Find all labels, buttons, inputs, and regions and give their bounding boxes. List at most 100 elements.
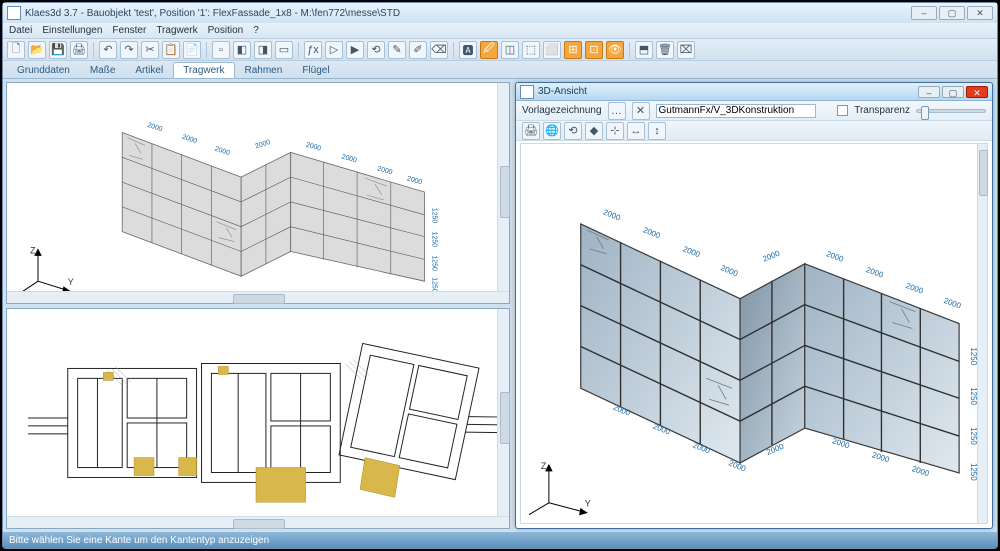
svg-text:1250: 1250 [430, 255, 437, 271]
view3d-title: 3D-Ansicht [538, 86, 587, 97]
toolbar-btn-13[interactable]: ƒx [304, 41, 322, 59]
toolbar-btn-12[interactable]: ▭ [275, 41, 293, 59]
view3d-close[interactable]: ✕ [966, 86, 988, 98]
svg-text:2000: 2000 [761, 248, 781, 263]
view3d-tool-6[interactable]: ↕ [648, 122, 666, 140]
toolbar-btn-15[interactable]: ▶ [346, 41, 364, 59]
close-button[interactable]: ✕ [967, 6, 993, 20]
view3d-tool-1[interactable]: 🌐 [543, 122, 561, 140]
svg-text:2000: 2000 [341, 154, 358, 165]
toolbar-btn-2[interactable]: 💾 [49, 41, 67, 59]
profile-v-scroll[interactable] [497, 309, 509, 516]
view3d-titlebar[interactable]: 3D-Ansicht – ▢ ✕ [516, 83, 992, 101]
client-area: 2000 2000 2000 2000 2000 2000 2000 2000 … [3, 79, 997, 532]
svg-text:2000: 2000 [406, 175, 423, 186]
statusbar: Bitte wählen Sie eine Kante um den Kante… [3, 532, 997, 548]
view3d-tool-2[interactable]: ⟲ [564, 122, 582, 140]
svg-text:2000: 2000 [825, 249, 845, 264]
transparency-checkbox[interactable] [837, 105, 848, 116]
window-title: Klaes3d 3.7 - Bauobjekt 'test', Position… [25, 8, 400, 19]
toolbar-btn-7[interactable]: 📋 [162, 41, 180, 59]
view3d-tool-3[interactable]: ◆ [585, 122, 603, 140]
toolbar-btn-5[interactable]: ↷ [120, 41, 138, 59]
svg-text:2000: 2000 [214, 146, 231, 157]
wireframe-pane[interactable]: 2000 2000 2000 2000 2000 2000 2000 2000 … [6, 82, 510, 304]
wire-h-scroll[interactable] [7, 291, 509, 303]
toolbar-btn-21[interactable]: 🖉 [480, 41, 498, 59]
view3d-canvas[interactable]: 2000 2000 2000 2000 2000 2000 2000 2000 … [520, 143, 988, 524]
transparency-slider[interactable] [916, 109, 986, 113]
maximize-button[interactable]: ▢ [939, 6, 965, 20]
toolbar-btn-20[interactable]: 🅰 [459, 41, 477, 59]
toolbar-btn-14[interactable]: ▷ [325, 41, 343, 59]
view3d-tool-0[interactable]: 🖨 [522, 122, 540, 140]
svg-text:2000: 2000 [305, 142, 322, 153]
tab-rahmen[interactable]: Rahmen [235, 62, 293, 78]
template-browse-button[interactable]: … [608, 102, 626, 120]
toolbar-btn-9[interactable]: ▫ [212, 41, 230, 59]
toolbar-btn-27[interactable]: 👁 [606, 41, 624, 59]
toolbar-btn-24[interactable]: ⬜ [543, 41, 561, 59]
template-field[interactable] [656, 104, 816, 118]
svg-text:2000: 2000 [376, 165, 393, 176]
toolbar-btn-6[interactable]: ✂ [141, 41, 159, 59]
toolbar-btn-25[interactable]: ⊞ [564, 41, 582, 59]
svg-text:2000: 2000 [642, 225, 662, 240]
menu-position[interactable]: Position [208, 25, 244, 36]
toolbar-btn-22[interactable]: ◫ [501, 41, 519, 59]
toolbar-btn-17[interactable]: ✎ [388, 41, 406, 59]
svg-text:1250: 1250 [430, 208, 437, 224]
tab-fluegel[interactable]: Flügel [292, 62, 339, 78]
tab-tragwerk[interactable]: Tragwerk [173, 62, 234, 78]
svg-text:2000: 2000 [146, 122, 163, 133]
svg-text:2000: 2000 [181, 134, 198, 145]
menu-einstellungen[interactable]: Einstellungen [42, 25, 102, 36]
tabbar: Grunddaten Maße Artikel Tragwerk Rahmen … [3, 61, 997, 79]
main-titlebar[interactable]: Klaes3d 3.7 - Bauobjekt 'test', Position… [3, 3, 997, 23]
profile-pane[interactable] [6, 308, 510, 529]
view3d-tool-4[interactable]: ⊹ [606, 122, 624, 140]
view3d-minimize[interactable]: – [918, 86, 940, 98]
tab-grunddaten[interactable]: Grunddaten [7, 62, 80, 78]
svg-text:2000: 2000 [943, 296, 963, 311]
main-toolbar: 🗋📂💾🖨 ↶↷✂📋📄 ▫◧◨▭ ƒx▷▶⟲✎✐⌫ 🅰🖉◫⬚⬜⊞⊡👁 ⬒🗑⌧ [3, 39, 997, 61]
toolbar-btn-10[interactable]: ◧ [233, 41, 251, 59]
toolbar-btn-0[interactable]: 🗋 [7, 41, 25, 59]
toolbar-btn-11[interactable]: ◨ [254, 41, 272, 59]
toolbar-btn-18[interactable]: ✐ [409, 41, 427, 59]
svg-text:2000: 2000 [865, 265, 885, 280]
view3d-maximize[interactable]: ▢ [942, 86, 964, 98]
view3d-toolbar: 🖨🌐⟲◆⊹↔↕ [516, 121, 992, 141]
svg-text:Z: Z [30, 245, 36, 255]
toolbar-btn-26[interactable]: ⊡ [585, 41, 603, 59]
toolbar-btn-1[interactable]: 📂 [28, 41, 46, 59]
tab-masse[interactable]: Maße [80, 62, 126, 78]
toolbar-btn-8[interactable]: 📄 [183, 41, 201, 59]
toolbar-btn-23[interactable]: ⬚ [522, 41, 540, 59]
toolbar-btn-29[interactable]: 🗑 [656, 41, 674, 59]
menu-datei[interactable]: Datei [9, 25, 32, 36]
toolbar-btn-3[interactable]: 🖨 [70, 41, 88, 59]
tab-artikel[interactable]: Artikel [125, 62, 173, 78]
template-label: Vorlagezeichnung [522, 105, 602, 116]
template-clear-button[interactable]: ✕ [632, 102, 650, 120]
view3d-v-scroll[interactable] [977, 143, 988, 524]
svg-text:1250: 1250 [430, 232, 437, 248]
toolbar-btn-16[interactable]: ⟲ [367, 41, 385, 59]
app-icon [7, 6, 21, 20]
view3d-tool-5[interactable]: ↔ [627, 122, 645, 140]
wire-v-scroll[interactable] [497, 83, 509, 291]
svg-text:2000: 2000 [911, 464, 931, 478]
toolbar-btn-30[interactable]: ⌧ [677, 41, 695, 59]
toolbar-btn-19[interactable]: ⌫ [430, 41, 448, 59]
minimize-button[interactable]: – [911, 6, 937, 20]
toolbar-btn-28[interactable]: ⬒ [635, 41, 653, 59]
menu-help[interactable]: ? [253, 25, 259, 36]
menu-tragwerk[interactable]: Tragwerk [156, 25, 197, 36]
menu-fenster[interactable]: Fenster [112, 25, 146, 36]
view3d-options: Vorlagezeichnung … ✕ Transparenz [516, 101, 992, 121]
view3d-window[interactable]: 3D-Ansicht – ▢ ✕ Vorlagezeichnung … ✕ Tr… [515, 82, 993, 529]
profile-h-scroll[interactable] [7, 516, 509, 528]
toolbar-btn-4[interactable]: ↶ [99, 41, 117, 59]
svg-text:2000: 2000 [254, 139, 271, 150]
